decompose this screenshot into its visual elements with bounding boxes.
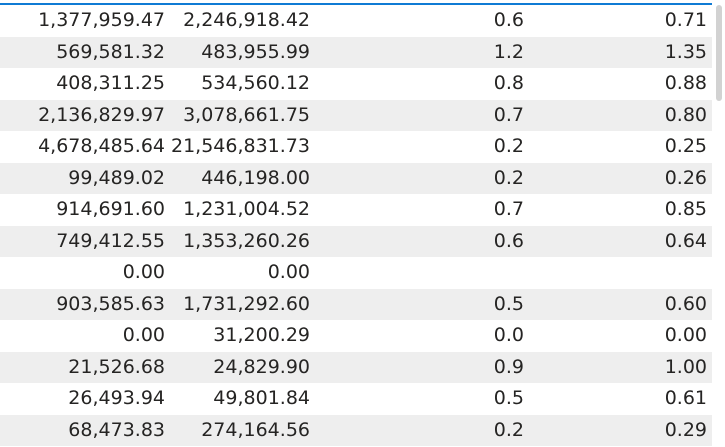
table-cell: 21,546,831.73 <box>170 135 310 157</box>
table-cell: 1.2 <box>493 40 524 63</box>
table-cell: 0.7 <box>493 103 524 126</box>
table-cell: 446,198.00 <box>201 166 310 189</box>
table-row[interactable]: 408,311.25 534,560.12 0.8 0.88 <box>0 68 712 100</box>
table-cell: 31,200.29 <box>213 324 310 346</box>
table-cell: 1,353,260.26 <box>183 229 310 252</box>
table-cell: 3,078,661.75 <box>183 103 310 126</box>
table-view: 1,377,959.47 2,246,918.42 0.6 0.71 569,581.3… <box>0 0 725 447</box>
table-cell: 0.64 <box>664 229 707 252</box>
scrollbar-thumb[interactable] <box>716 5 722 101</box>
table-row[interactable]: 99,489.02 446,198.00 0.2 0.26 <box>0 162 712 194</box>
table-cell: 0.00 <box>122 261 165 283</box>
table-cell: 21,526.68 <box>68 355 165 378</box>
table-cell: 1.35 <box>664 40 707 63</box>
table-cell: 1,731,292.60 <box>183 292 310 315</box>
table-cell: 0.61 <box>664 387 707 409</box>
table-cell: 1.00 <box>664 355 707 378</box>
table-cell: 903,585.63 <box>56 292 165 315</box>
table-cell: 0.9 <box>493 355 524 378</box>
table-row[interactable]: 21,526.68 24,829.90 0.9 1.00 <box>0 351 712 383</box>
table-row[interactable]: 0.00 31,200.29 0.0 0.00 <box>0 320 712 352</box>
table-cell: 2,246,918.42 <box>183 9 310 31</box>
table-cell: 24,829.90 <box>213 355 310 378</box>
table-row[interactable]: 749,412.55 1,353,260.26 0.6 0.64 <box>0 225 712 257</box>
data-table: 1,377,959.47 2,246,918.42 0.6 0.71 569,581.3… <box>0 5 712 446</box>
vertical-scrollbar[interactable] <box>712 5 725 447</box>
table-row[interactable]: 569,581.32 483,955.99 1.2 1.35 <box>0 36 712 68</box>
table-cell: 0.8 <box>493 72 524 94</box>
table-cell: 0.85 <box>664 198 707 220</box>
table-cell: 0.6 <box>493 229 524 252</box>
table-row[interactable]: 4,678,485.64 21,546,831.73 0.2 0.25 <box>0 131 712 163</box>
table-row[interactable]: 26,493.94 49,801.84 0.5 0.61 <box>0 383 712 415</box>
table-cell: 0.5 <box>493 387 524 409</box>
table-row[interactable]: 0.00 0.00 <box>0 257 712 289</box>
table-cell: 0.80 <box>664 103 707 126</box>
table-cell: 68,473.83 <box>68 418 165 441</box>
table-cell: 914,691.60 <box>56 198 165 220</box>
table-cell: 0.5 <box>493 292 524 315</box>
table-cell: 0.0 <box>493 324 524 346</box>
table-cell: 534,560.12 <box>201 72 310 94</box>
table-row[interactable]: 914,691.60 1,231,004.52 0.7 0.85 <box>0 194 712 226</box>
table-row[interactable]: 903,585.63 1,731,292.60 0.5 0.60 <box>0 288 712 320</box>
table-cell: 0.29 <box>664 418 707 441</box>
table-cell: 0.2 <box>493 135 524 157</box>
table-cell: 274,164.56 <box>201 418 310 441</box>
table-cell: 0.26 <box>664 166 707 189</box>
table-cell: 0.6 <box>493 9 524 31</box>
table-cell: 0.2 <box>493 418 524 441</box>
table-cell: 2,136,829.97 <box>38 103 165 126</box>
table-cell: 749,412.55 <box>56 229 165 252</box>
table-cell: 1,231,004.52 <box>183 198 310 220</box>
table-cell: 49,801.84 <box>213 387 310 409</box>
table-row[interactable]: 1,377,959.47 2,246,918.42 0.6 0.71 <box>0 5 712 37</box>
table-row[interactable]: 2,136,829.97 3,078,661.75 0.7 0.80 <box>0 99 712 131</box>
table-cell: 0.00 <box>122 324 165 346</box>
table-cell: 99,489.02 <box>68 166 165 189</box>
table-cell: 569,581.32 <box>56 40 165 63</box>
table-cell: 0.71 <box>664 9 707 31</box>
table-cell: 0.7 <box>493 198 524 220</box>
table-cell: 0.2 <box>493 166 524 189</box>
table-cell: 0.60 <box>664 292 707 315</box>
table-cell: 4,678,485.64 <box>38 135 165 157</box>
table-cell: 483,955.99 <box>201 40 310 63</box>
table-row[interactable]: 68,473.83 274,164.56 0.2 0.29 <box>0 414 712 446</box>
table-cell: 0.00 <box>664 324 707 346</box>
table-cell: 1,377,959.47 <box>38 9 165 31</box>
table-cell: 408,311.25 <box>56 72 165 94</box>
table-cell: 26,493.94 <box>68 387 165 409</box>
table-cell: 0.88 <box>664 72 707 94</box>
table-cell: 0.00 <box>267 261 310 283</box>
table-cell: 0.25 <box>664 135 707 157</box>
